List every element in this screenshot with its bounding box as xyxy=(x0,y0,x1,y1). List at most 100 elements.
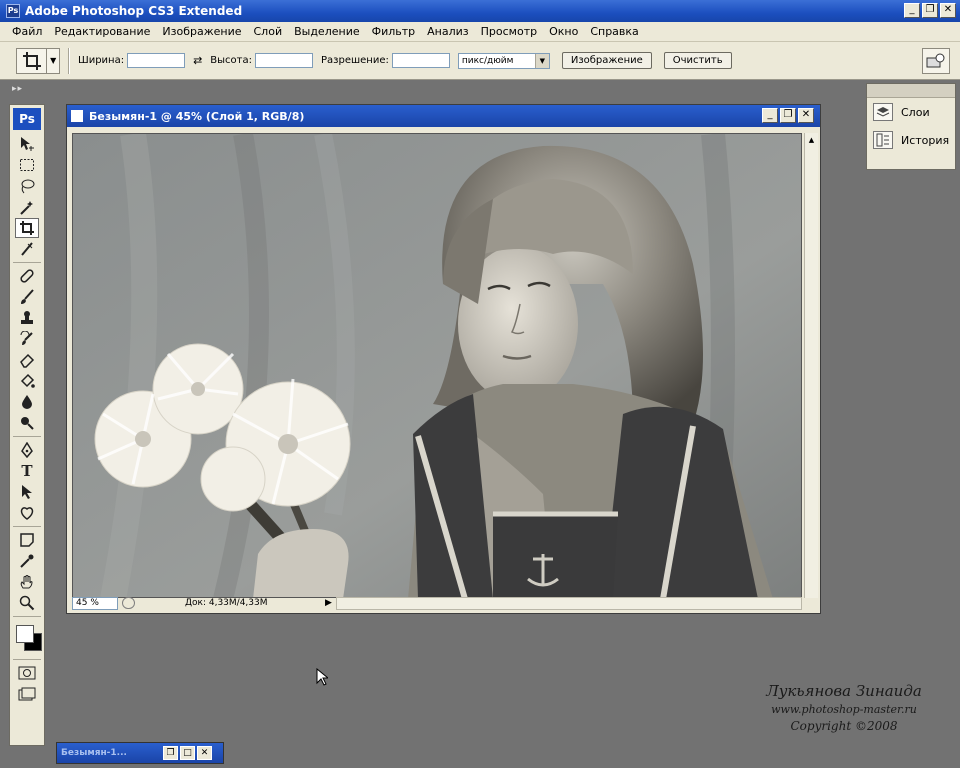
panel-history-label: История xyxy=(901,133,950,147)
color-swatches xyxy=(12,621,42,655)
dodge-tool-icon[interactable] xyxy=(15,413,39,433)
close-button[interactable]: ✕ xyxy=(940,3,956,18)
menu-file[interactable]: Файл xyxy=(6,25,48,38)
resolution-label: Разрешение: xyxy=(321,55,389,66)
tool-preset-picker[interactable]: ▼ xyxy=(16,47,60,74)
menu-view[interactable]: Просмотр xyxy=(475,25,543,38)
divider xyxy=(13,436,41,437)
ps-logo: Ps xyxy=(13,108,41,130)
width-label: Ширина: xyxy=(78,55,125,66)
mouse-cursor-icon xyxy=(316,667,330,689)
maximize-button[interactable]: □ xyxy=(180,746,195,760)
panel-layers-label: Слои xyxy=(901,105,930,119)
blur-tool-icon[interactable] xyxy=(15,392,39,412)
zoom-field[interactable]: 45 % xyxy=(72,596,118,610)
photoshop-app-icon: Ps xyxy=(6,4,20,18)
status-info-icon[interactable] xyxy=(122,597,135,609)
menu-filter[interactable]: Фильтр xyxy=(366,25,422,38)
clear-button[interactable]: Очистить xyxy=(663,52,732,69)
panel-history[interactable]: История xyxy=(867,126,955,154)
palette-well-button[interactable] xyxy=(922,48,950,74)
restore-button[interactable]: ❐ xyxy=(922,3,938,18)
document-title: Безымян-1 @ 45% (Слой 1, RGB/8) xyxy=(89,109,305,123)
menu-select[interactable]: Выделение xyxy=(288,25,366,38)
panel-dock: Слои История xyxy=(866,83,956,170)
front-image-button[interactable]: Изображение xyxy=(561,52,652,69)
panel-layers[interactable]: Слои xyxy=(867,98,955,126)
marquee-tool-icon[interactable] xyxy=(15,155,39,175)
menu-help[interactable]: Справка xyxy=(584,25,644,38)
quick-mask-icon[interactable] xyxy=(15,663,39,683)
minimized-document[interactable]: Безымян-1... ❐ □ ✕ xyxy=(56,742,224,764)
document-canvas[interactable] xyxy=(72,133,802,598)
resolution-input[interactable] xyxy=(391,53,450,68)
photo-girl-with-flowers xyxy=(73,134,801,597)
resolution-unit-value: пикс/дюйм xyxy=(461,55,514,66)
menu-image[interactable]: Изображение xyxy=(156,25,247,38)
height-label: Высота: xyxy=(210,55,252,66)
document-window: Безымян-1 @ 45% (Слой 1, RGB/8) _ ❐ ✕ ▲ … xyxy=(66,104,821,614)
document-minimize-button[interactable]: _ xyxy=(762,108,778,123)
status-menu-arrow-icon[interactable]: ▶ xyxy=(325,598,332,608)
slice-tool-icon[interactable] xyxy=(15,239,39,259)
menu-layer[interactable]: Слой xyxy=(248,25,289,38)
pen-tool-icon[interactable] xyxy=(15,440,39,460)
watermark-site: www.photoshop-master.ru xyxy=(771,703,917,716)
vertical-scrollbar[interactable]: ▲ xyxy=(804,133,818,598)
close-button[interactable]: ✕ xyxy=(197,746,212,760)
paint-bucket-tool-icon[interactable] xyxy=(15,371,39,391)
divider xyxy=(13,616,41,617)
custom-shape-tool-icon[interactable] xyxy=(15,503,39,523)
minimized-document-title: Безымян-1... xyxy=(61,748,127,758)
healing-brush-tool-icon[interactable] xyxy=(15,266,39,286)
crop-icon xyxy=(17,49,46,73)
eyedropper-tool-icon[interactable] xyxy=(15,551,39,571)
chevron-down-icon: ▼ xyxy=(534,53,549,68)
history-brush-tool-icon[interactable] xyxy=(15,329,39,349)
divider xyxy=(68,47,70,74)
path-selection-tool-icon[interactable] xyxy=(15,482,39,502)
watermark-name: Лукьянова Зинаида xyxy=(766,682,922,700)
swap-icon[interactable]: ⇄ xyxy=(193,54,202,67)
restore-button[interactable]: ❐ xyxy=(163,746,178,760)
hand-tool-icon[interactable] xyxy=(15,572,39,592)
document-icon xyxy=(71,110,83,122)
width-input[interactable] xyxy=(127,53,186,68)
screen-mode-icon[interactable] xyxy=(15,684,39,704)
height-input[interactable] xyxy=(255,53,313,68)
scroll-up-icon[interactable]: ▲ xyxy=(805,133,818,147)
clone-stamp-tool-icon[interactable] xyxy=(15,308,39,328)
chevron-down-icon: ▼ xyxy=(46,48,59,73)
menu-window[interactable]: Окно xyxy=(543,25,584,38)
divider xyxy=(13,659,41,660)
magic-wand-tool-icon[interactable] xyxy=(15,197,39,217)
horizontal-scrollbar[interactable] xyxy=(335,596,802,610)
lasso-tool-icon[interactable] xyxy=(15,176,39,196)
type-tool-icon[interactable]: T xyxy=(15,461,39,481)
watermark-copyright: Copyright ©2008 xyxy=(790,719,898,733)
crop-tool-icon[interactable] xyxy=(15,218,39,238)
move-tool-icon[interactable] xyxy=(15,134,39,154)
resolution-unit-select[interactable]: пикс/дюйм ▼ xyxy=(457,52,550,69)
minimize-button[interactable]: _ xyxy=(904,3,920,18)
notes-tool-icon[interactable] xyxy=(15,530,39,550)
title-bar: Ps Adobe Photoshop CS3 Extended _ ❐ ✕ xyxy=(0,0,960,22)
menu-analysis[interactable]: Анализ xyxy=(421,25,475,38)
menu-edit[interactable]: Редактирование xyxy=(48,25,156,38)
panel-dock-header[interactable] xyxy=(867,84,955,98)
document-size: Док: 4,33М/4,33М xyxy=(185,598,268,608)
zoom-tool-icon[interactable] xyxy=(15,593,39,613)
toolbox-grip[interactable]: ▸▸ xyxy=(12,84,23,94)
toolbox: Ps T xyxy=(9,104,45,746)
eraser-tool-icon[interactable] xyxy=(15,350,39,370)
menu-bar: Файл Редактирование Изображение Слой Выд… xyxy=(0,22,960,42)
document-restore-button[interactable]: ❐ xyxy=(780,108,796,123)
window-title: Adobe Photoshop CS3 Extended xyxy=(25,4,243,18)
document-title-bar[interactable]: Безымян-1 @ 45% (Слой 1, RGB/8) xyxy=(67,105,820,127)
document-close-button[interactable]: ✕ xyxy=(798,108,814,123)
options-bar: ▼ Ширина: ⇄ Высота: Разрешение: пикс/дюй… xyxy=(0,42,960,80)
divider xyxy=(13,526,41,527)
foreground-color-swatch[interactable] xyxy=(16,625,34,643)
brush-tool-icon[interactable] xyxy=(15,287,39,307)
window-controls: _ ❐ ✕ xyxy=(904,3,956,18)
